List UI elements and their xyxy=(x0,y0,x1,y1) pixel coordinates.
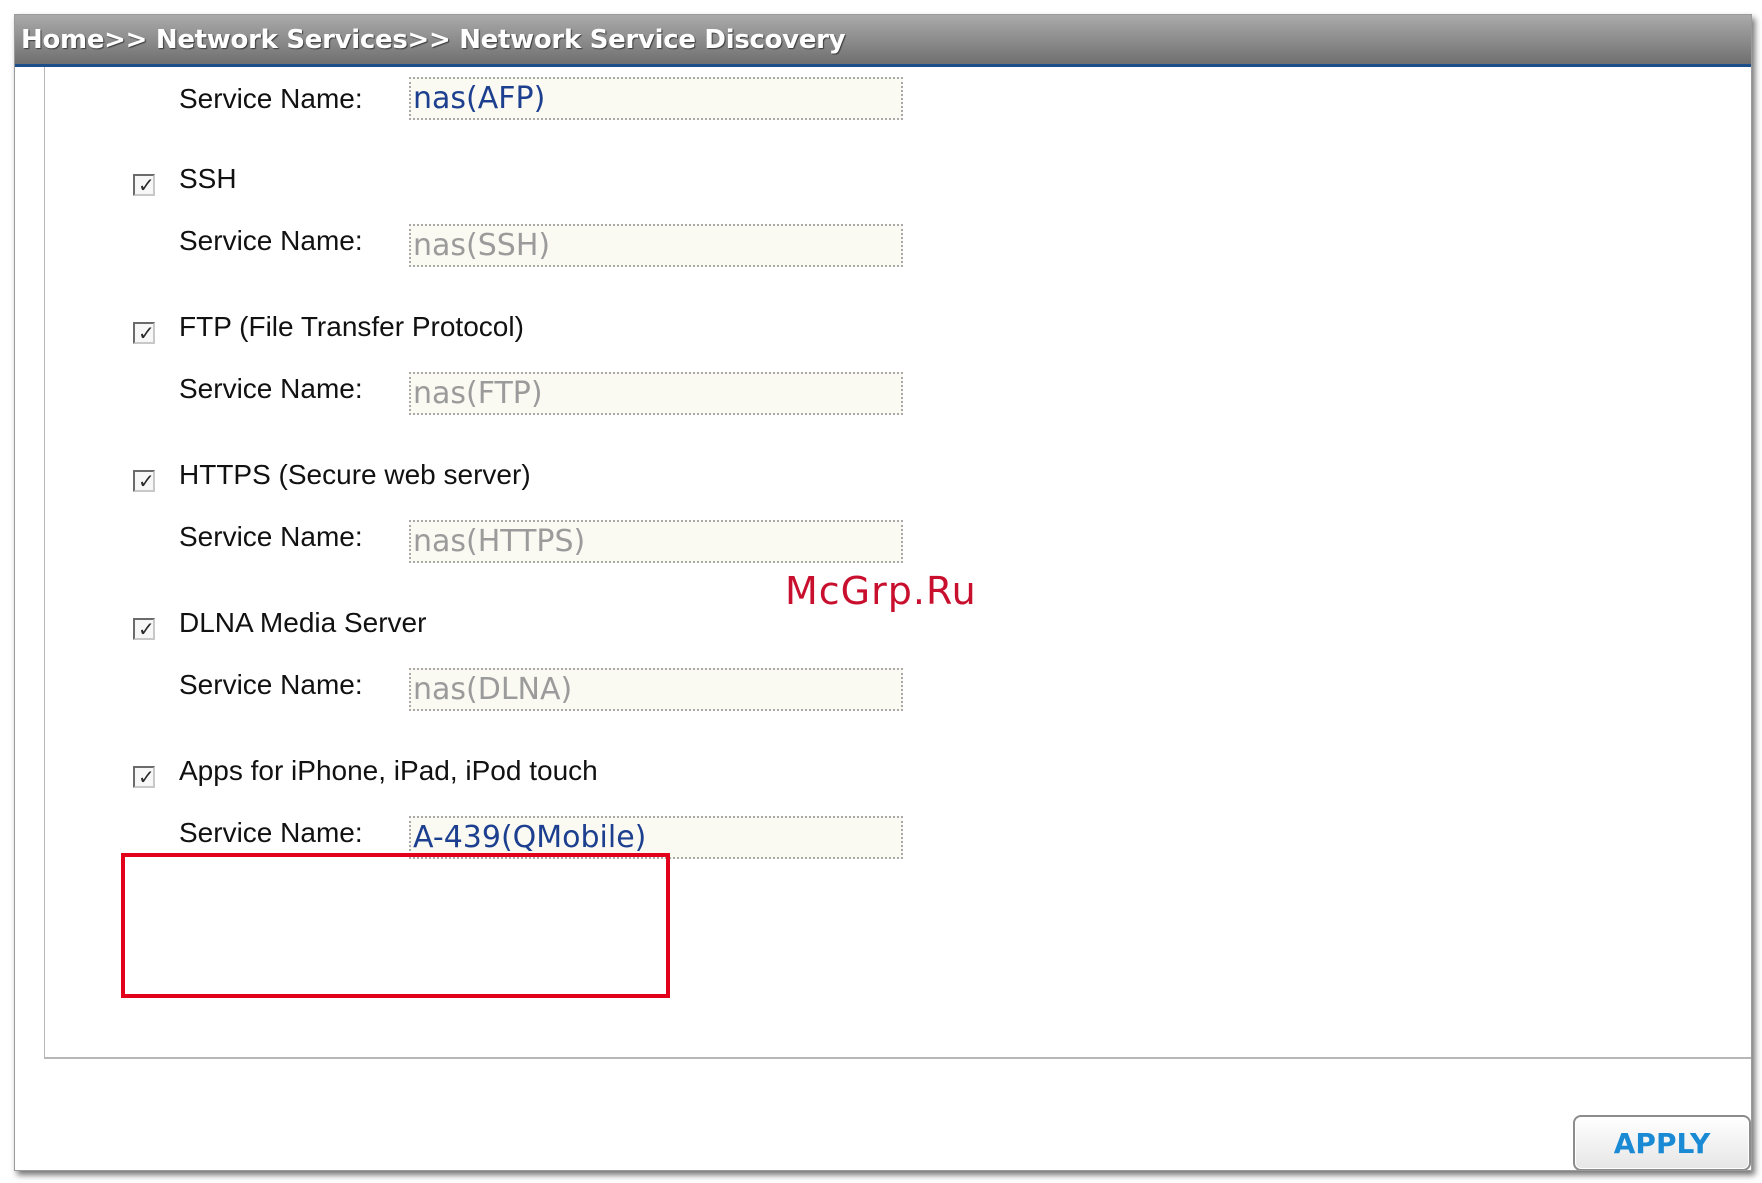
ftp-checkbox[interactable]: ✓ xyxy=(133,321,155,345)
dlna-label: DLNA Media Server xyxy=(179,607,427,638)
dlna-checkbox[interactable]: ✓ xyxy=(133,617,155,641)
https-service-name-input[interactable] xyxy=(409,520,903,563)
dlna-service-name-input[interactable] xyxy=(409,668,903,711)
ssh-service-name-label: Service Name: xyxy=(179,225,363,256)
check-icon: ✓ xyxy=(138,173,155,197)
https-checkbox[interactable]: ✓ xyxy=(133,469,155,493)
breadcrumb: Home>> Network Services>> Network Servic… xyxy=(21,24,846,55)
dlna-service-name-label: Service Name: xyxy=(179,669,363,700)
watermark: McGrp.Ru xyxy=(785,569,977,613)
check-icon: ✓ xyxy=(138,321,155,345)
apps-label: Apps for iPhone, iPad, iPod touch xyxy=(179,755,598,786)
check-icon: ✓ xyxy=(138,617,155,641)
title-bar: Home>> Network Services>> Network Servic… xyxy=(15,15,1751,67)
ftp-service-name-input[interactable] xyxy=(409,372,903,415)
highlight-box xyxy=(121,853,670,998)
apply-button[interactable]: APPLY xyxy=(1573,1115,1751,1170)
ftp-label: FTP (File Transfer Protocol) xyxy=(179,311,524,342)
ssh-service-name-input[interactable] xyxy=(409,224,903,267)
afp-service-name-label: Service Name: xyxy=(179,83,363,114)
check-icon: ✓ xyxy=(138,469,155,493)
check-icon: ✓ xyxy=(138,765,155,789)
ssh-checkbox[interactable]: ✓ xyxy=(133,173,155,197)
apps-checkbox[interactable]: ✓ xyxy=(133,765,155,789)
ssh-label: SSH xyxy=(179,163,237,194)
afp-service-name-input[interactable] xyxy=(409,77,903,120)
https-label: HTTPS (Secure web server) xyxy=(179,459,531,490)
ftp-service-name-label: Service Name: xyxy=(179,373,363,404)
https-service-name-label: Service Name: xyxy=(179,521,363,552)
apps-service-name-label: Service Name: xyxy=(179,817,363,848)
